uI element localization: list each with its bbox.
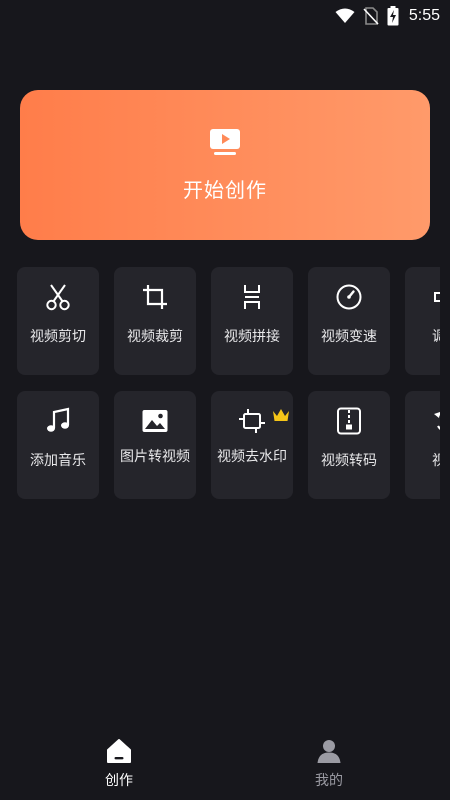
tool-label: 视频去水印 <box>217 449 287 465</box>
tab-label: 创作 <box>105 773 133 789</box>
image-icon <box>142 410 168 432</box>
tab-mine[interactable]: 我的 <box>269 738 389 798</box>
tool-image-to-video[interactable]: 图片转视频 <box>114 391 196 499</box>
tool-label: 视频变速 <box>321 329 377 345</box>
volume-icon <box>434 292 440 302</box>
tool-video-merge[interactable]: 视频拼接 <box>211 267 293 375</box>
tool-remove-watermark[interactable]: 视频去水印 <box>211 391 293 499</box>
rotate-icon <box>434 412 440 430</box>
tool-label: 视频 <box>432 453 440 469</box>
tool-label: 视频转码 <box>321 453 377 469</box>
tab-label: 我的 <box>315 773 343 789</box>
user-icon <box>317 740 341 763</box>
crop-icon <box>143 285 167 309</box>
tool-video-crop[interactable]: 视频裁剪 <box>114 267 196 375</box>
tool-label: 视频剪切 <box>30 329 86 345</box>
tool-label: 添加音乐 <box>30 453 86 469</box>
home-icon <box>107 739 131 763</box>
tool-label: 图片转视频 <box>120 449 190 465</box>
tool-label: 视频裁剪 <box>127 329 183 345</box>
tool-video-rotate[interactable]: 视频 <box>405 391 440 499</box>
start-creating-button[interactable]: 开始创作 <box>20 90 430 240</box>
bottom-tab-bar: 创作 我的 <box>0 730 450 800</box>
battery-charging-icon <box>387 6 399 26</box>
crown-icon <box>273 409 289 421</box>
tool-video-transcode[interactable]: 视频转码 <box>308 391 390 499</box>
tool-label: 视频拼接 <box>224 329 280 345</box>
tool-label: 调整 <box>432 329 440 345</box>
tool-video-cut[interactable]: 视频剪切 <box>17 267 99 375</box>
status-bar: 5:55 <box>0 0 450 32</box>
tool-add-music[interactable]: 添加音乐 <box>17 391 99 499</box>
zip-file-icon <box>337 407 361 435</box>
merge-icon <box>244 285 260 309</box>
start-creating-label: 开始创作 <box>183 177 267 202</box>
tv-play-icon <box>210 128 240 155</box>
scissors-icon <box>46 284 70 311</box>
tab-create[interactable]: 创作 <box>59 738 179 798</box>
status-icons: 5:55 <box>335 5 440 27</box>
music-note-icon <box>47 407 70 432</box>
tool-adjust[interactable]: 调整 <box>405 267 440 375</box>
no-sim-icon <box>363 7 379 25</box>
tools-grid: 视频剪切 视频裁剪 视频拼接 视频变速 调整 <box>0 267 440 499</box>
speed-gauge-icon <box>336 284 362 310</box>
tool-video-speed[interactable]: 视频变速 <box>308 267 390 375</box>
wifi-icon <box>335 8 355 23</box>
status-time: 5:55 <box>408 7 440 24</box>
watermark-remove-icon <box>239 409 265 433</box>
